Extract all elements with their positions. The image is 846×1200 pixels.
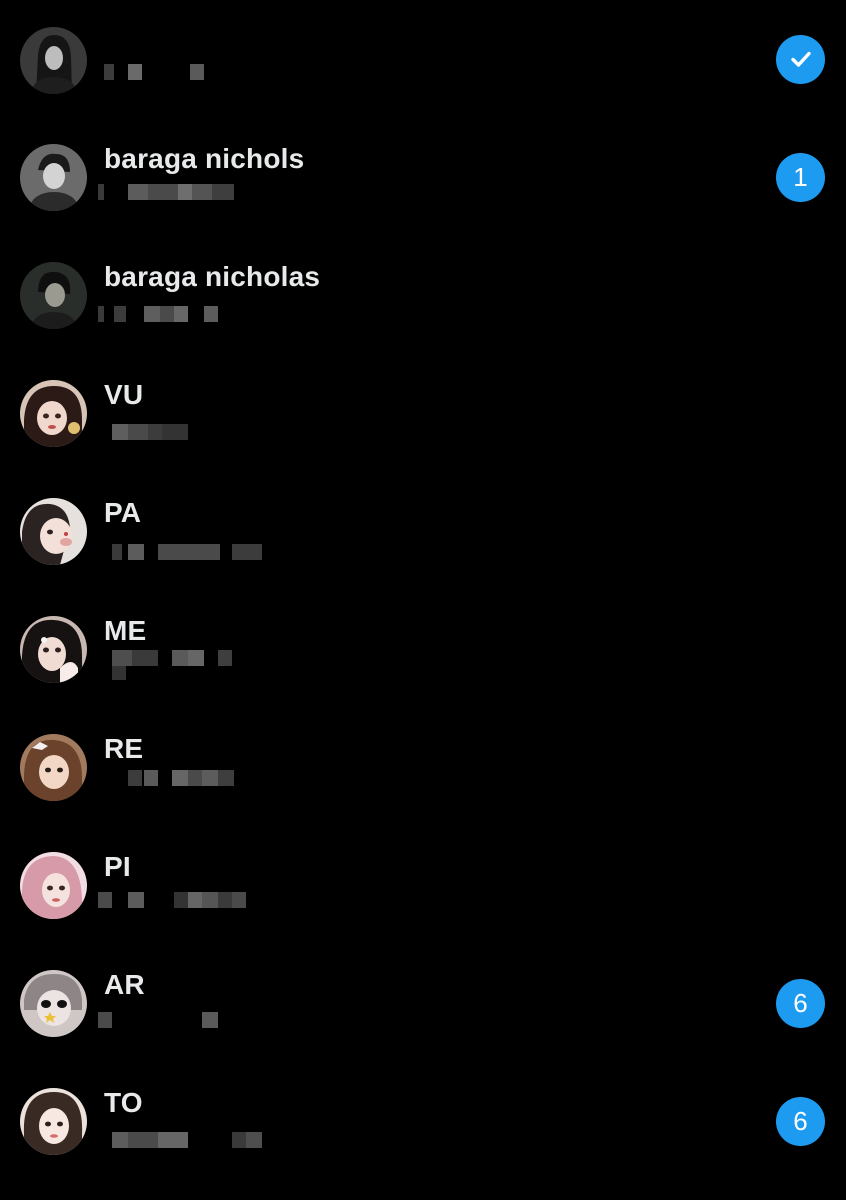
redacted-handle — [98, 184, 268, 200]
conversation-name: PI — [104, 851, 131, 882]
conversation-row[interactable]: TO 6 — [0, 1062, 846, 1180]
unread-count-badge: 1 — [776, 153, 825, 202]
conversation-name: AR — [104, 969, 145, 1000]
redacted-handle — [98, 306, 268, 322]
avatar[interactable] — [20, 144, 87, 211]
avatar[interactable] — [20, 1088, 87, 1155]
redacted-handle — [98, 424, 268, 440]
conversation-list: baraga nichols 1 baraga nicholas VU PA M… — [0, 0, 846, 1200]
redacted-handle — [98, 544, 268, 560]
conversation-row[interactable]: PI — [0, 826, 846, 944]
redacted-handle — [98, 892, 268, 908]
avatar[interactable] — [20, 262, 87, 329]
avatar[interactable] — [20, 498, 87, 565]
conversation-name: VU — [104, 379, 144, 410]
conversation-row[interactable]: baraga nicholas — [0, 236, 846, 354]
conversation-row[interactable]: baraga nichols 1 — [0, 118, 846, 236]
conversation-row[interactable] — [0, 0, 846, 118]
redacted-handle — [98, 64, 268, 80]
conversation-name: TO — [104, 1087, 143, 1118]
conversation-row[interactable]: AR 6 — [0, 944, 846, 1062]
avatar[interactable] — [20, 970, 87, 1037]
unread-count-badge: 6 — [776, 1097, 825, 1146]
conversation-row[interactable]: VU — [0, 354, 846, 472]
conversation-row[interactable]: RE — [0, 708, 846, 826]
conversation-name: baraga nichols — [104, 143, 305, 174]
avatar[interactable] — [20, 27, 87, 94]
unread-count-badge: 6 — [776, 979, 825, 1028]
conversation-name: RE — [104, 733, 144, 764]
redacted-handle — [98, 650, 268, 680]
conversation-row[interactable]: ME — [0, 590, 846, 708]
conversation-name: ME — [104, 615, 147, 646]
avatar[interactable] — [20, 616, 87, 683]
conversation-name: baraga nicholas — [104, 261, 321, 292]
avatar[interactable] — [20, 734, 87, 801]
avatar[interactable] — [20, 852, 87, 919]
read-status-badge — [776, 35, 825, 84]
redacted-handle — [98, 1012, 268, 1028]
avatar[interactable] — [20, 380, 87, 447]
checkmark-icon — [790, 51, 811, 67]
conversation-row[interactable]: PA — [0, 472, 846, 590]
redacted-handle — [98, 1132, 268, 1148]
redacted-handle — [98, 770, 268, 786]
conversation-name: PA — [104, 497, 142, 528]
